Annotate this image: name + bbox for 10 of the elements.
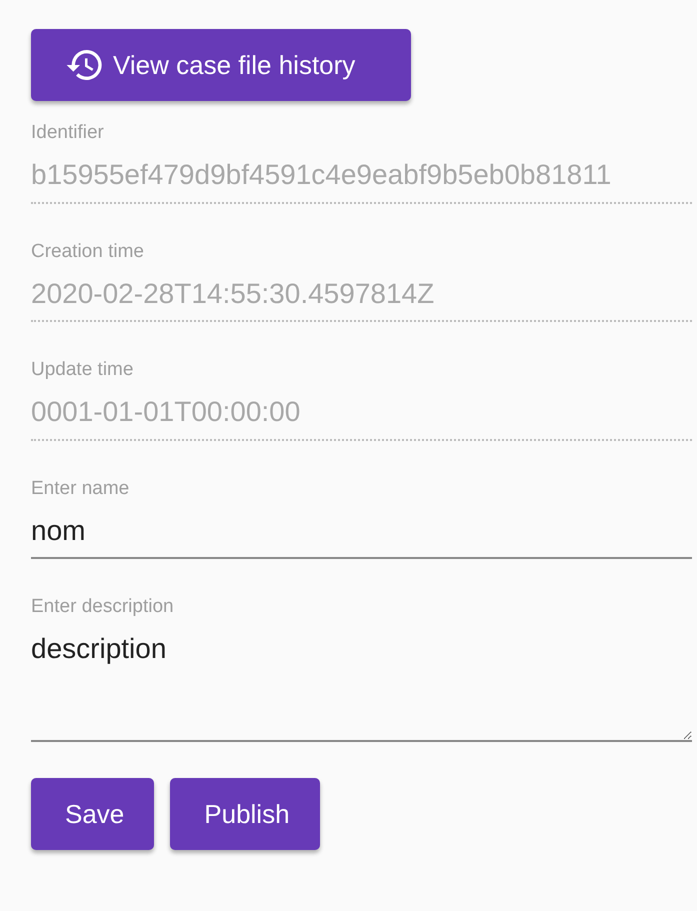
action-button[interactable]: Publish — [170, 778, 320, 850]
field-label: Enter name — [31, 478, 130, 498]
field-label: Update time — [31, 360, 134, 380]
field-label: Enter description — [31, 597, 175, 616]
history-button[interactable]: View case file history — [31, 29, 411, 101]
text-area[interactable]: description — [31, 632, 692, 742]
field-label: Identifier — [31, 123, 105, 142]
action-button[interactable]: Save — [31, 778, 154, 850]
field-label: Creation time — [31, 242, 145, 261]
input-field[interactable]: nom — [31, 514, 692, 560]
